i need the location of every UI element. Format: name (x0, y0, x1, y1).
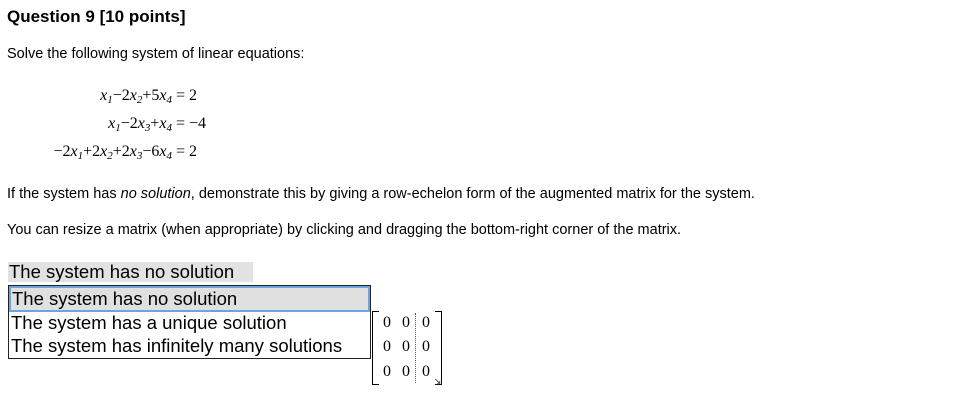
coefficient-operator: −2 (112, 87, 130, 104)
question-title: Question 9 [10 points] (7, 7, 186, 26)
equation-row-1-rhs: = 2 (176, 86, 216, 106)
matrix-cell[interactable]: 0 (418, 337, 434, 357)
equation-1-lhs: x1−2x2+5x4 (100, 86, 172, 110)
equation-3-lhs: −2x1+2x2+2x3−6x4 (53, 142, 172, 166)
matrix-cell[interactable]: 0 (379, 313, 395, 333)
equation-1-rhs: = 2 (176, 87, 198, 104)
answer-option-no-solution[interactable]: The system has no solution (9, 286, 370, 312)
instruction-emphasis: no solution (120, 186, 191, 202)
matrix-left-bracket (372, 311, 379, 385)
variable-subscript: 4 (166, 150, 173, 162)
variable: x2 (100, 143, 113, 162)
matrix-cell[interactable]: 0 (398, 337, 414, 357)
matrix-cell[interactable]: 0 (418, 313, 434, 333)
instruction-suffix: , demonstrate this by giving a row-echel… (190, 186, 755, 202)
question-prompt: Solve the following system of linear equ… (7, 46, 305, 62)
answer-option-infinite-solutions[interactable]: The system has infinitely many solutions (9, 335, 370, 358)
equation-row-3-rhs: = 2 (176, 142, 216, 162)
variable: x4 (159, 143, 173, 162)
no-solution-instruction: If the system has no solution, demonstra… (7, 186, 755, 202)
variable: x3 (137, 115, 151, 134)
matrix-cell[interactable]: 0 (379, 337, 395, 357)
variable: x4 (159, 87, 173, 106)
equation-row-2-rhs: = −4 (176, 114, 216, 134)
variable: x1 (70, 143, 84, 162)
instruction-prefix: If the system has (7, 186, 121, 202)
matrix-cell[interactable]: 0 (418, 362, 434, 382)
augment-divider (415, 313, 416, 383)
equation-row-1: x1−2x2+5x4 (0, 86, 172, 106)
equation-row-3: −2x1+2x2+2x3−6x4 (0, 142, 172, 162)
coefficient-operator: +2 (83, 143, 101, 160)
equation-row-2: x1−2x3+x4 (0, 114, 172, 134)
matrix-cell[interactable]: 0 (398, 362, 414, 382)
augmented-matrix: 0 0 0 0 0 0 0 0 0 ⇲ (371, 309, 443, 387)
variable: x4 (159, 115, 173, 134)
equation-3-rhs: = 2 (176, 143, 198, 160)
matrix-cell[interactable]: 0 (379, 362, 395, 382)
coefficient-operator: −2 (120, 115, 138, 132)
variable: x3 (129, 143, 143, 162)
matrix-right-bracket (435, 311, 442, 385)
coefficient-operator: +5 (142, 87, 160, 104)
variable: x1 (108, 115, 121, 134)
variable-subscript: 4 (166, 122, 173, 134)
coefficient-operator: −2 (53, 143, 71, 160)
equation-2-rhs: = −4 (176, 115, 207, 132)
matrix-cell[interactable]: 0 (398, 313, 414, 333)
coefficient-operator: −6 (142, 143, 160, 160)
answer-select-current[interactable]: The system has no solution (8, 262, 253, 282)
answer-dropdown-list: The system has no solution The system ha… (8, 285, 371, 359)
answer-option-unique-solution[interactable]: The system has a unique solution (9, 312, 370, 335)
resize-hint: You can resize a matrix (when appropriat… (7, 222, 682, 238)
variable: x1 (100, 87, 113, 106)
resize-grip-icon[interactable]: ⇲ (433, 377, 443, 387)
equation-2-lhs: x1−2x3+x4 (108, 114, 172, 138)
variable: x2 (129, 87, 143, 106)
variable-subscript: 4 (166, 94, 173, 106)
coefficient-operator: +2 (112, 143, 130, 160)
